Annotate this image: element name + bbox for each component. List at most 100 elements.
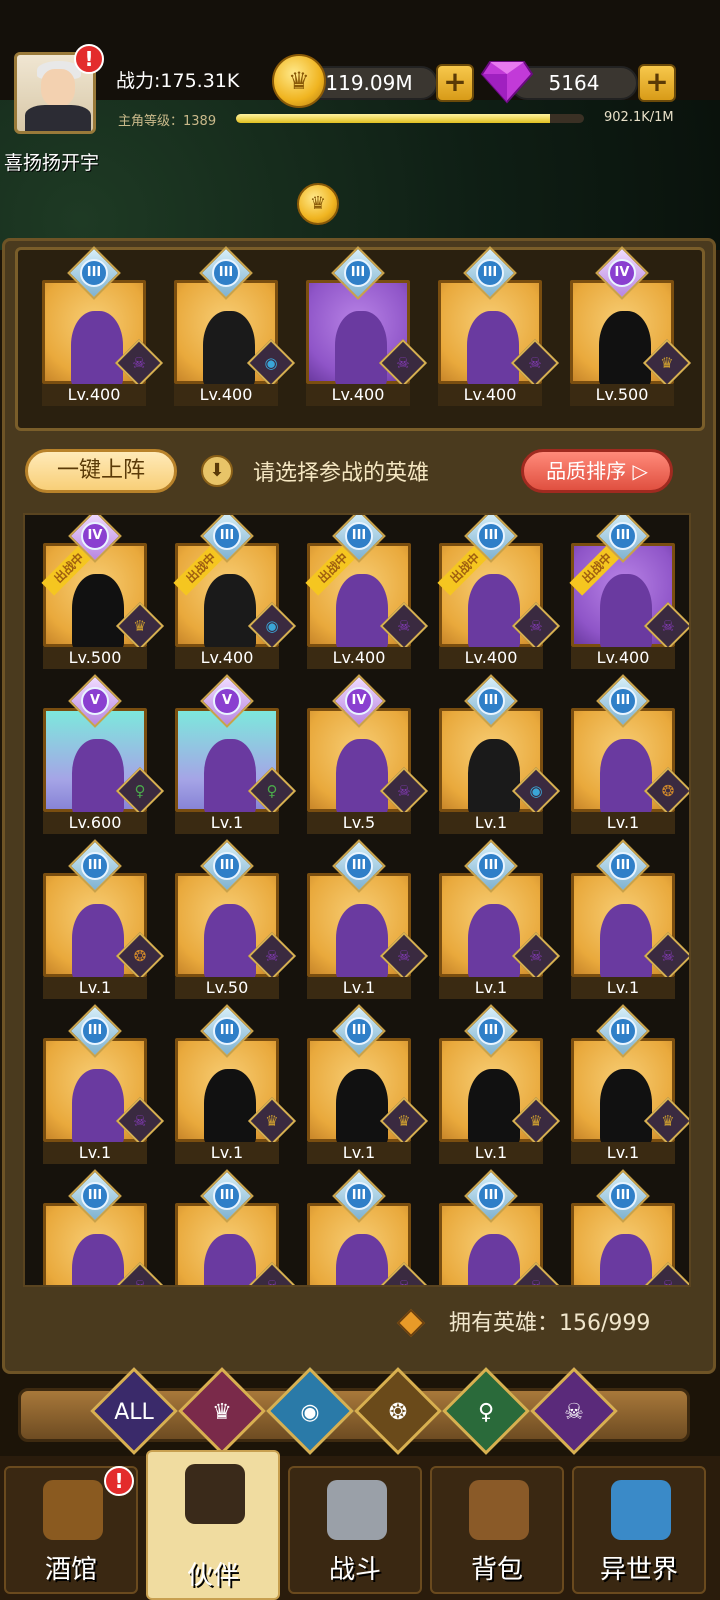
team-hero-card[interactable]: III ◉ Lv.400 xyxy=(174,246,296,406)
owned-diamond-icon xyxy=(396,1308,426,1338)
hero-grid[interactable]: 出战中 IV ♛ Lv.500 出战中 III ◉ Lv.400 出战中 III ☠ Lv.400 出战… xyxy=(23,513,691,1287)
hero-card[interactable]: V ♀ Lv.600 xyxy=(43,674,165,834)
xp-bar-fill xyxy=(236,114,550,123)
hero-card[interactable]: III ♛ Lv.1 xyxy=(439,1004,561,1164)
hero-figure xyxy=(335,311,387,387)
backpack-icon xyxy=(469,1480,529,1540)
power-label: 战力:175.31K xyxy=(116,70,240,92)
hero-card[interactable]: III ☠ Lv.1 xyxy=(43,1004,165,1164)
elf-faction-icon: ♀ xyxy=(266,782,278,800)
hero-figure xyxy=(204,574,256,650)
tier-numeral: III xyxy=(81,852,109,880)
hero-card[interactable]: 出战中 IV ♛ Lv.500 xyxy=(41,515,165,669)
tier-numeral: III xyxy=(477,687,505,715)
tier-numeral: III xyxy=(609,522,637,550)
hero-card[interactable]: III ❂ Lv.1 xyxy=(43,839,165,999)
nav-backpack-tab[interactable]: 背包 xyxy=(430,1466,564,1594)
hero-card[interactable]: III ♛ Lv.1 xyxy=(307,1004,429,1164)
demon-faction-icon: ☠ xyxy=(397,617,411,635)
tier-numeral: III xyxy=(212,259,240,287)
crown-faction-icon: ♛ xyxy=(397,1112,411,1130)
hero-card[interactable]: III ◉ Lv.1 xyxy=(439,674,561,834)
demon-faction-icon: ☠ xyxy=(397,782,411,800)
hero-level: Lv.50 xyxy=(175,977,279,999)
hero-level: Lv.1 xyxy=(439,812,543,834)
nav-label: 异世界 xyxy=(599,1555,678,1585)
demon-faction-icon: ☠ xyxy=(529,947,543,965)
crown-faction-icon: ♛ xyxy=(265,1112,279,1130)
tier-numeral: III xyxy=(345,1017,373,1045)
hero-card[interactable]: 出战中 III ☠ Lv.400 xyxy=(437,515,561,669)
tier-numeral: III xyxy=(213,1017,241,1045)
tier-numeral: III xyxy=(609,1182,637,1210)
tier-numeral: III xyxy=(477,1182,505,1210)
hero-figure xyxy=(72,574,124,650)
tier-numeral: V xyxy=(213,687,241,715)
team-hero-card[interactable]: IV ♛ Lv.500 xyxy=(570,246,692,406)
hero-card[interactable]: III ☠ xyxy=(175,1169,297,1285)
filter-crown-icon: ♛ xyxy=(212,1400,232,1425)
ocean-faction-icon: ◉ xyxy=(264,354,278,372)
demon-faction-icon: ☠ xyxy=(397,947,411,965)
hero-card[interactable]: V ♀ Lv.1 xyxy=(175,674,297,834)
hero-card[interactable]: III ☠ xyxy=(439,1169,561,1285)
hero-level: Lv.400 xyxy=(174,384,278,406)
tier-numeral: III xyxy=(609,852,637,880)
hero-figure xyxy=(336,739,388,815)
nav-crossed-swords-tab[interactable]: 战斗 xyxy=(288,1466,422,1594)
hero-card[interactable]: 出战中 III ☠ Lv.400 xyxy=(569,515,689,669)
demon-faction-icon: ☠ xyxy=(528,354,542,372)
nav-partner-tab[interactable]: 伙伴 xyxy=(146,1450,280,1600)
hero-level: Lv.1 xyxy=(571,1142,675,1164)
hero-figure xyxy=(468,1234,520,1285)
hero-figure xyxy=(204,739,256,815)
filter-all-icon: ALL xyxy=(114,1400,154,1425)
hero-figure xyxy=(336,574,388,650)
hero-level: Lv.400 xyxy=(439,647,543,669)
team-hero-card[interactable]: III ☠ Lv.400 xyxy=(306,246,428,406)
team-hero-card[interactable]: III ☠ Lv.400 xyxy=(42,246,164,406)
auto-deploy-button[interactable]: 一键上阵 xyxy=(25,449,177,493)
hero-card[interactable]: III ☠ xyxy=(307,1169,429,1285)
tier-numeral: III xyxy=(609,687,637,715)
portal-icon xyxy=(611,1480,671,1540)
team-hero-card[interactable]: III ☠ Lv.400 xyxy=(438,246,560,406)
hero-figure xyxy=(72,1234,124,1285)
hero-card[interactable]: 出战中 III ◉ Lv.400 xyxy=(173,515,297,669)
hero-card[interactable]: III ☠ Lv.1 xyxy=(307,839,429,999)
hero-figure xyxy=(71,311,123,387)
demon-faction-icon: ☠ xyxy=(132,354,146,372)
tier-numeral: III xyxy=(476,259,504,287)
hero-figure xyxy=(468,1069,520,1145)
tier-numeral: III xyxy=(213,852,241,880)
crown-faction-icon: ♛ xyxy=(661,1112,675,1130)
hero-card[interactable]: III ☠ Lv.1 xyxy=(439,839,561,999)
hero-card[interactable]: III ☠ Lv.1 xyxy=(571,839,689,999)
quality-sort-button[interactable]: 品质排序 ▷ xyxy=(521,449,673,493)
tier-numeral: III xyxy=(81,1017,109,1045)
demon-faction-icon: ☠ xyxy=(661,947,675,965)
crown-faction-icon: ♛ xyxy=(660,354,674,372)
hero-card[interactable]: III ♛ Lv.1 xyxy=(571,1004,689,1164)
crown-faction-icon: ♛ xyxy=(529,1112,543,1130)
add-gold-button[interactable]: + xyxy=(436,64,474,102)
hero-card[interactable]: III ❂ Lv.1 xyxy=(571,674,689,834)
hero-card[interactable]: 出战中 III ☠ Lv.400 xyxy=(305,515,429,669)
hero-card[interactable]: III ☠ Lv.50 xyxy=(175,839,297,999)
ocean-faction-icon: ◉ xyxy=(529,782,543,800)
nav-portal-tab[interactable]: 异世界 xyxy=(572,1466,706,1594)
gem-icon xyxy=(480,61,534,104)
tier-numeral: IV xyxy=(81,522,109,550)
beer-mug-icon xyxy=(43,1480,103,1540)
hero-figure xyxy=(336,904,388,980)
add-gem-button[interactable]: + xyxy=(638,64,676,102)
hero-figure xyxy=(468,739,520,815)
hero-level: Lv.400 xyxy=(307,647,411,669)
beast-faction-icon: ❂ xyxy=(661,782,675,800)
floating-coin-icon[interactable]: ♛ xyxy=(297,183,339,225)
hero-card[interactable]: III ☠ xyxy=(571,1169,689,1285)
hero-card[interactable]: III ♛ Lv.1 xyxy=(175,1004,297,1164)
tier-numeral: III xyxy=(477,522,505,550)
hero-card[interactable]: IV ☠ Lv.5 xyxy=(307,674,429,834)
hero-card[interactable]: III ☠ xyxy=(43,1169,165,1285)
